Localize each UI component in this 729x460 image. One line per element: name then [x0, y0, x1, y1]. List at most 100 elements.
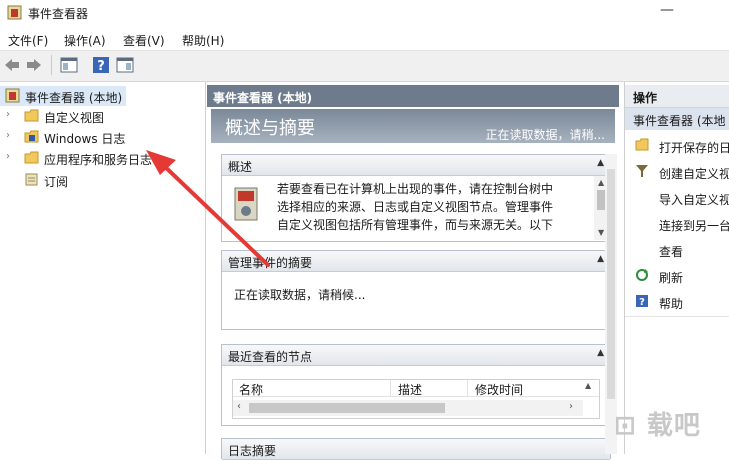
center-header: 事件查看器 (本地) [207, 85, 619, 107]
svg-text:?: ? [97, 59, 105, 74]
menu-bar: 文件(F) 操作(A) 查看(V) 帮助(H) [0, 26, 729, 50]
section-title: 管理事件的摘要 [228, 256, 313, 270]
overview-banner: 概述与摘要 正在读取数据，请稍... [211, 109, 615, 143]
chevron-right-icon[interactable]: › [6, 151, 10, 162]
action-label: 打开保存的日 [659, 141, 729, 155]
section-title: 最近查看的节点 [228, 350, 313, 364]
event-log-icon [234, 187, 258, 221]
action-view[interactable]: 查看 [625, 237, 729, 263]
actions-pane: 操作 事件查看器 (本地 打开保存的日 创建自定义视 导入自定义视 连接到另一台… [624, 82, 729, 454]
title-bar: 事件查看器 — [0, 0, 729, 26]
forward-arrow-icon[interactable] [25, 56, 43, 74]
scroll-down-icon[interactable]: ▼ [598, 228, 604, 237]
section-title: 日志摘要 [228, 444, 277, 458]
log-folder-icon [24, 130, 39, 143]
horizontal-scrollbar[interactable]: ‹ › [233, 400, 583, 416]
overview-section: 概述 ▲ 若要查看已在计算机上出现的事件，请在控制台树中 选择相应的来源、日志或… [221, 154, 611, 242]
scroll-up-icon[interactable]: ▲ [598, 178, 604, 187]
divider [625, 316, 729, 317]
tree-item-custom-views[interactable]: › 自定义视图 [0, 106, 205, 126]
scroll-thumb[interactable] [607, 169, 615, 399]
action-help[interactable]: ? 帮助 [625, 289, 729, 315]
section-header[interactable]: 最近查看的节点 ▲ [222, 345, 610, 366]
banner-title: 概述与摘要 [225, 118, 315, 139]
tree-item-event-viewer[interactable]: 事件查看器 (本地) [0, 86, 126, 106]
minimize-button[interactable]: — [660, 2, 674, 18]
center-pane: 事件查看器 (本地) 概述与摘要 正在读取数据，请稍... 概述 ▲ 若要查看已… [207, 82, 619, 460]
log-summary-section: 日志摘要 [221, 438, 611, 460]
action-label: 刷新 [659, 271, 684, 285]
scroll-left-icon[interactable]: ‹ [237, 401, 241, 412]
actions-subheader-label: 事件查看器 (本地 [633, 114, 726, 128]
back-arrow-icon[interactable] [3, 56, 21, 74]
help-icon: ? [636, 295, 648, 308]
toolbar: ? [0, 50, 729, 82]
recent-section: 最近查看的节点 ▲ 名称 描述 修改时间 ▲ ‹ › [221, 344, 611, 426]
collapse-icon[interactable]: ▲ [597, 348, 604, 358]
actions-title: 操作 [633, 91, 658, 105]
scroll-right-icon[interactable]: › [569, 401, 573, 412]
recent-table: 名称 描述 修改时间 ▲ ‹ › [232, 379, 600, 419]
tree-item-label: 订阅 [44, 175, 69, 189]
overview-line: 若要查看已在计算机上出现的事件，请在控制台树中 [277, 182, 554, 196]
menu-file[interactable]: 文件(F) [8, 32, 48, 49]
scroll-thumb[interactable] [249, 403, 445, 413]
subscription-icon [25, 173, 38, 186]
scroll-up-icon[interactable]: ▲ [585, 381, 591, 390]
action-label: 创建自定义视 [659, 167, 729, 181]
table-header: 名称 描述 修改时间 ▲ [233, 380, 599, 397]
event-viewer-icon [5, 88, 20, 103]
folder-icon [24, 151, 39, 164]
collapse-icon[interactable]: ▲ [597, 158, 604, 168]
action-refresh[interactable]: 刷新 [625, 263, 729, 289]
folder-icon [24, 109, 39, 122]
tree-item-app-service-logs[interactable]: › 应用程序和服务日志 [0, 148, 205, 168]
window-title: 事件查看器 [28, 7, 89, 21]
section-header[interactable]: 概述 ▲ [222, 155, 610, 176]
center-header-title: 事件查看器 (本地) [213, 91, 313, 105]
overview-line: 自定义视图包括所有管理事件，而与来源无关。以下 [277, 218, 554, 232]
section-title: 概述 [228, 160, 253, 174]
action-create-custom-view[interactable]: 创建自定义视 [625, 159, 729, 185]
menu-view[interactable]: 查看(V) [123, 32, 165, 49]
console-tree: 事件查看器 (本地) › 自定义视图 › Windows 日志 › 应用程序和服… [0, 82, 206, 454]
collapse-icon[interactable]: ▲ [597, 254, 604, 264]
tree-item-label: 应用程序和服务日志 [44, 153, 153, 167]
tree-item-label: Windows 日志 [44, 132, 126, 146]
summary-status: 正在读取数据，请稍候... [234, 288, 366, 302]
tree-item-label: 自定义视图 [44, 111, 105, 125]
action-connect-computer[interactable]: 连接到另一台 [625, 211, 729, 237]
actions-header: 操作 [625, 85, 729, 108]
filter-icon [636, 165, 648, 177]
overview-line: 选择相应的来源、日志或自定义视图节点。管理事件 [277, 200, 554, 214]
column-description[interactable]: 描述 [398, 381, 422, 398]
column-name[interactable]: 名称 [239, 381, 263, 398]
section-header[interactable]: 管理事件的摘要 ▲ [222, 251, 610, 272]
event-viewer-icon [7, 5, 22, 20]
toolbar-separator [51, 55, 52, 75]
action-label: 查看 [659, 245, 684, 259]
chevron-right-icon[interactable]: › [6, 109, 10, 120]
tree-item-label: 事件查看器 (本地) [25, 91, 123, 105]
open-folder-icon [635, 138, 649, 151]
help-icon[interactable]: ? [92, 56, 110, 74]
menu-help[interactable]: 帮助(H) [182, 32, 224, 49]
show-hide-actions-icon[interactable] [116, 56, 134, 74]
refresh-icon [636, 269, 648, 281]
overview-text: 若要查看已在计算机上出现的事件，请在控制台树中 选择相应的来源、日志或自定义视图… [277, 180, 589, 238]
action-label: 连接到另一台 [659, 219, 729, 233]
menu-action[interactable]: 操作(A) [64, 32, 106, 49]
tree-item-windows-logs[interactable]: › Windows 日志 [0, 127, 205, 147]
action-import-custom-view[interactable]: 导入自定义视 [625, 185, 729, 211]
tree-item-subscriptions[interactable]: 订阅 [0, 170, 205, 190]
section-header[interactable]: 日志摘要 [222, 439, 610, 460]
action-label: 帮助 [659, 297, 684, 311]
summary-section: 管理事件的摘要 ▲ 正在读取数据，请稍候... [221, 250, 611, 330]
svg-text:?: ? [639, 297, 645, 308]
action-label: 导入自定义视 [659, 193, 729, 207]
column-modified[interactable]: 修改时间 [475, 381, 523, 398]
action-open-saved-log[interactable]: 打开保存的日 [625, 133, 729, 159]
actions-subheader[interactable]: 事件查看器 (本地 [625, 108, 729, 130]
show-hide-tree-icon[interactable] [60, 56, 78, 74]
chevron-right-icon[interactable]: › [6, 130, 10, 141]
